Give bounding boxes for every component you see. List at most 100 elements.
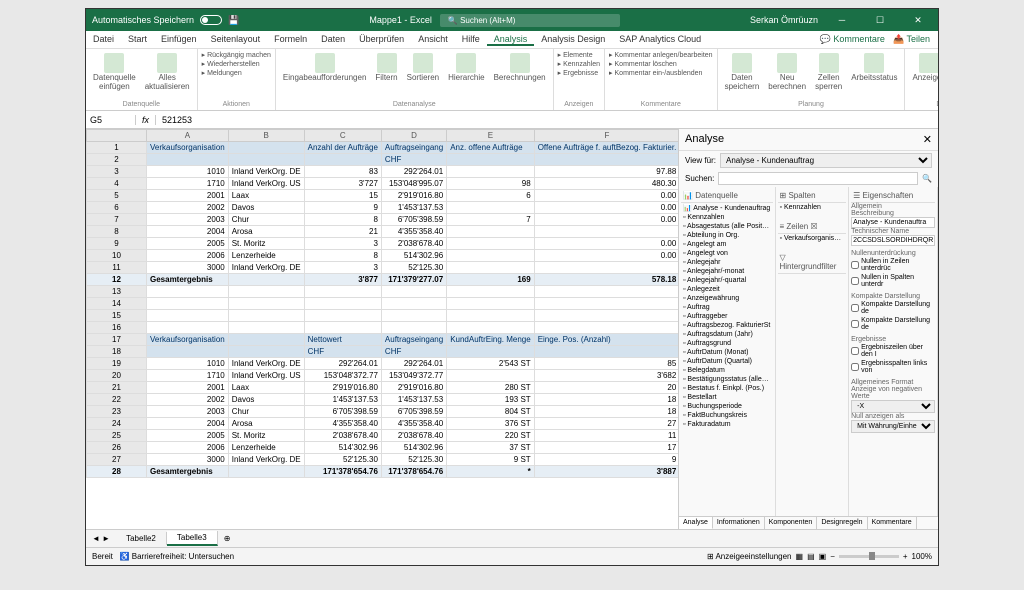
ds-item[interactable]: ▫ Anlegejahr/-monat xyxy=(681,267,773,276)
spreadsheet-grid[interactable]: ABCDEFG1VerkaufsorganisationAnzahl der A… xyxy=(86,129,678,529)
ds-item[interactable]: ▫ Auftraggeber xyxy=(681,312,773,321)
ribbon-elemente[interactable]: ▸ Elemente xyxy=(558,51,593,59)
ds-item[interactable]: ▫ AuftrDatum (Quartal) xyxy=(681,357,773,366)
menu-tab-seitenlayout[interactable]: Seitenlayout xyxy=(204,34,268,46)
ds-item[interactable]: ▫ Auftragsdatum (Jahr) xyxy=(681,330,773,339)
zoom-in[interactable]: + xyxy=(903,552,908,561)
display-settings[interactable]: ⊞ Anzeigeeinstellungen xyxy=(707,552,792,561)
autosave-toggle[interactable] xyxy=(200,15,222,25)
zoom-level[interactable]: 100% xyxy=(912,552,932,561)
user-name[interactable]: Serkan Ömrüuzn xyxy=(750,15,818,25)
ribbon-hierarchie[interactable]: Hierarchie xyxy=(445,51,487,85)
chk-k1[interactable] xyxy=(851,304,859,312)
panel-close-icon[interactable]: ✕ xyxy=(923,133,932,146)
menu-tab-einfügen[interactable]: Einfügen xyxy=(154,34,204,46)
menu-tab-überprüfen[interactable]: Überprüfen xyxy=(352,34,411,46)
ds-item[interactable]: ▫ Kennzahlen xyxy=(681,213,773,222)
ds-item[interactable]: ▫ Bestätigungsstatus (alle Pos xyxy=(681,375,773,384)
ribbon-datenquelle[interactable]: Datenquelleeinfügen xyxy=(90,51,139,94)
ribbon-anzeigen[interactable]: Anzeigen xyxy=(909,51,939,85)
sheet-tab-1[interactable]: Tabelle2 xyxy=(116,532,167,545)
ribbon-neu[interactable]: Neuberechnen xyxy=(765,51,809,94)
ribbon-sortieren[interactable]: Sortieren xyxy=(404,51,442,85)
menu-tab-sap analytics cloud[interactable]: SAP Analytics Cloud xyxy=(612,34,708,46)
field-kennzahlen[interactable]: ▫ Kennzahlen xyxy=(778,203,847,212)
ds-item[interactable]: ▫ AuftrDatum (Monat) xyxy=(681,348,773,357)
zoom-out[interactable]: − xyxy=(830,552,835,561)
ribbon-kommentar-ein-/ausblenden[interactable]: ▸ Kommentar ein-/ausblenden xyxy=(609,69,702,77)
menu-tab-start[interactable]: Start xyxy=(121,34,154,46)
ribbon-zellen[interactable]: Zellensperren xyxy=(812,51,845,94)
ds-item[interactable]: ▫ Fakturadatum xyxy=(681,420,773,429)
panel-tab-designregeln[interactable]: Designregeln xyxy=(817,517,867,529)
menu-tab-hilfe[interactable]: Hilfe xyxy=(455,34,487,46)
panel-tab-informationen[interactable]: Informationen xyxy=(713,517,765,529)
ds-item[interactable]: ▫ Bestatus f. Einkpl. (Pos.) xyxy=(681,384,773,393)
menu-tab-formeln[interactable]: Formeln xyxy=(267,34,314,46)
panel-tab-analyse[interactable]: Analyse xyxy=(679,517,713,529)
chk-k2[interactable] xyxy=(851,320,859,328)
field-verkauf[interactable]: ▫ Verkaufsorganisation xyxy=(778,234,847,243)
desc-input[interactable] xyxy=(851,217,935,228)
ribbon-meldungen[interactable]: ▸ Meldungen xyxy=(202,69,242,77)
ribbon-kennzahlen[interactable]: ▸ Kennzahlen xyxy=(558,60,600,68)
ribbon-daten[interactable]: Datenspeichern xyxy=(722,51,763,94)
chk-e2[interactable] xyxy=(851,363,859,371)
add-sheet-button[interactable]: ⊕ xyxy=(218,534,237,543)
ribbon-rückgängig-machen[interactable]: ▸ Rückgängig machen xyxy=(202,51,271,59)
ds-item[interactable]: ▫ Abteilung in Org. xyxy=(681,231,773,240)
ds-item[interactable]: 📊 Analyse - Kundenauftrag xyxy=(681,203,773,213)
formula-input[interactable]: 521253 xyxy=(156,115,198,125)
tech-input[interactable] xyxy=(851,235,935,246)
view-break-icon[interactable]: ▣ xyxy=(819,552,827,561)
view-select[interactable]: Analyse - Kundenauftrag xyxy=(720,153,932,168)
chk-rows[interactable] xyxy=(851,261,859,269)
ds-item[interactable]: ▫ Anlegejahr/-quartal xyxy=(681,276,773,285)
ds-item[interactable]: ▫ Anlegezeit xyxy=(681,285,773,294)
comments-button[interactable]: 💬 Kommentare xyxy=(820,34,885,45)
close-button[interactable]: ✕ xyxy=(904,15,932,26)
sheet-nav[interactable]: ◄ ► xyxy=(86,534,116,543)
menu-tab-ansicht[interactable]: Ansicht xyxy=(411,34,455,46)
panel-search-input[interactable] xyxy=(718,172,918,185)
maximize-button[interactable]: ☐ xyxy=(866,15,894,26)
minimize-button[interactable]: ─ xyxy=(828,15,856,25)
ds-item[interactable]: ▫ Absagestatus (alle Positione xyxy=(681,222,773,231)
neg-select[interactable]: -X xyxy=(851,400,935,413)
menu-tab-analysis design[interactable]: Analysis Design xyxy=(534,34,612,46)
ribbon-ergebnisse[interactable]: ▸ Ergebnisse xyxy=(558,69,598,77)
sheet-tab-2[interactable]: Tabelle3 xyxy=(167,531,218,546)
ribbon-filtern[interactable]: Filtern xyxy=(372,51,400,85)
menu-tab-analysis[interactable]: Analysis xyxy=(487,34,535,46)
unit-select[interactable]: Mit Währung/Einheit xyxy=(851,420,935,433)
ds-item[interactable]: ▫ FaktBuchungskreis xyxy=(681,411,773,420)
ds-item[interactable]: ▫ Auftragsgrund xyxy=(681,339,773,348)
share-button[interactable]: 📤 Teilen xyxy=(893,34,930,45)
ribbon-kommentar-löschen[interactable]: ▸ Kommentar löschen xyxy=(609,60,677,68)
ds-item[interactable]: ▫ Angelegt am xyxy=(681,240,773,249)
search-icon[interactable]: 🔍 xyxy=(922,174,932,183)
panel-tab-kommentare[interactable]: Kommentare xyxy=(868,517,917,529)
panel-tab-komponenten[interactable]: Komponenten xyxy=(765,517,818,529)
menu-tab-daten[interactable]: Daten xyxy=(314,34,352,46)
zoom-slider[interactable] xyxy=(839,555,899,558)
view-normal-icon[interactable]: ▦ xyxy=(796,552,804,561)
ds-item[interactable]: ▫ Buchungsperiode xyxy=(681,402,773,411)
ds-item[interactable]: ▫ Anzeigewährung xyxy=(681,294,773,303)
fx-icon[interactable]: fx xyxy=(136,115,156,125)
menu-tab-datei[interactable]: Datei xyxy=(86,34,121,46)
ribbon-eingabeaufforderungen[interactable]: Eingabeaufforderungen xyxy=(280,51,369,85)
search-box[interactable]: 🔍 Suchen (Alt+M) xyxy=(440,14,620,27)
accessibility-status[interactable]: ♿ Barrierefreiheit: Untersuchen xyxy=(120,552,234,561)
save-icon[interactable]: 💾 xyxy=(228,15,239,26)
name-box[interactable]: G5 xyxy=(86,115,136,125)
ds-item[interactable]: ▫ Auftragsbezog. FakturierSt xyxy=(681,321,773,330)
ds-item[interactable]: ▫ Belegdatum xyxy=(681,366,773,375)
ribbon-kommentar-anlegen/bearbeiten[interactable]: ▸ Kommentar anlegen/bearbeiten xyxy=(609,51,713,59)
chk-e1[interactable] xyxy=(851,347,859,355)
ribbon-alles[interactable]: Allesaktualisieren xyxy=(142,51,193,94)
ribbon-arbeitsstatus[interactable]: Arbeitsstatus xyxy=(848,51,900,85)
ds-item[interactable]: ▫ Anlegejahr xyxy=(681,258,773,267)
ds-item[interactable]: ▫ Bestellart xyxy=(681,393,773,402)
ds-item[interactable]: ▫ Auftrag xyxy=(681,303,773,312)
